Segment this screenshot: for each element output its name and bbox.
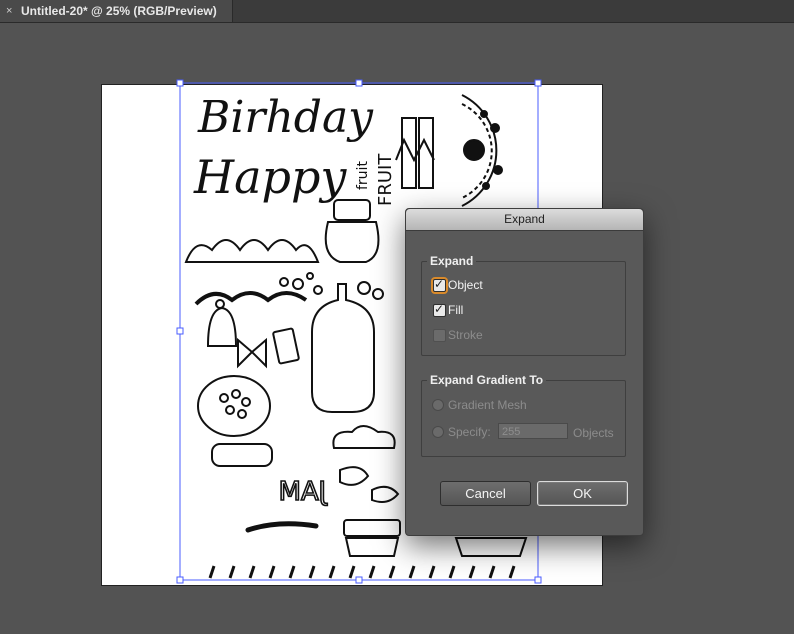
objects-label: Objects (573, 426, 614, 440)
expand-gradient-legend: Expand Gradient To (430, 373, 544, 387)
happy-lettering: Happy (193, 150, 347, 204)
bottle-doodle (311, 283, 375, 413)
handle-bottom-center[interactable] (355, 576, 363, 584)
specify-label: Specify: (448, 425, 491, 439)
handle-top-right[interactable] (534, 79, 542, 87)
birthday-lettering: Birhday (197, 92, 374, 143)
lidded-jar-doodle (343, 519, 401, 557)
gift-tag-doodle (272, 327, 300, 365)
handle-top-left[interactable] (176, 79, 184, 87)
scalloped-border-doodle (184, 239, 320, 263)
fill-label: Fill (448, 303, 464, 317)
branch-doodle (245, 521, 319, 533)
bow-doodle (237, 337, 267, 369)
candy-jar-doodle (197, 375, 271, 437)
banner-flags-doodle (395, 117, 435, 189)
jar-lid-right-doodle (454, 537, 528, 557)
artwork-canvas[interactable]: Birhday Happy fruit FRUIT JAM (0, 0, 794, 634)
object-label: Object (448, 278, 483, 292)
fruit-caps-lettering: FRUIT (375, 153, 396, 206)
fruit-small-lettering: fruit (355, 161, 371, 190)
checkmark-icon: ✓ (434, 302, 445, 316)
handle-bottom-left[interactable] (176, 576, 184, 584)
cake-dome-doodle (206, 299, 238, 347)
checkmark-icon: ✓ (434, 277, 445, 291)
specify-radio[interactable] (432, 426, 444, 438)
stroke-label: Stroke (448, 328, 483, 342)
expand-gradient-group: Expand Gradient To (421, 373, 626, 457)
stroke-checkbox[interactable] (433, 329, 446, 342)
ok-button[interactable]: OK (537, 481, 628, 506)
object-checkbox[interactable]: ✓ (433, 277, 446, 292)
expand-group-legend: Expand (430, 254, 474, 268)
wavy-line-doodle (194, 291, 308, 306)
expand-dialog: Expand Expand ✓ Object ✓ Fill Stroke Exp… (405, 208, 644, 536)
watermelon-doodle (461, 94, 503, 207)
jam-lettering: JAM (279, 477, 328, 507)
loops-border-doodle (208, 565, 516, 579)
gradient-mesh-label: Gradient Mesh (448, 398, 527, 412)
handle-middle-left[interactable] (176, 327, 184, 335)
gradient-mesh-radio[interactable] (432, 399, 444, 411)
fill-checkbox[interactable]: ✓ (433, 302, 446, 317)
label-frame-doodle (211, 443, 273, 467)
handle-bottom-right[interactable] (534, 576, 542, 584)
cancel-button[interactable]: Cancel (440, 481, 531, 506)
jar-doodle (324, 199, 380, 263)
strawberries-doodle (339, 466, 400, 503)
handle-top-center[interactable] (355, 79, 363, 87)
cloud-doodle (332, 425, 396, 449)
specify-count-input[interactable]: 255 (498, 423, 568, 439)
dialog-title[interactable]: Expand (406, 209, 643, 231)
